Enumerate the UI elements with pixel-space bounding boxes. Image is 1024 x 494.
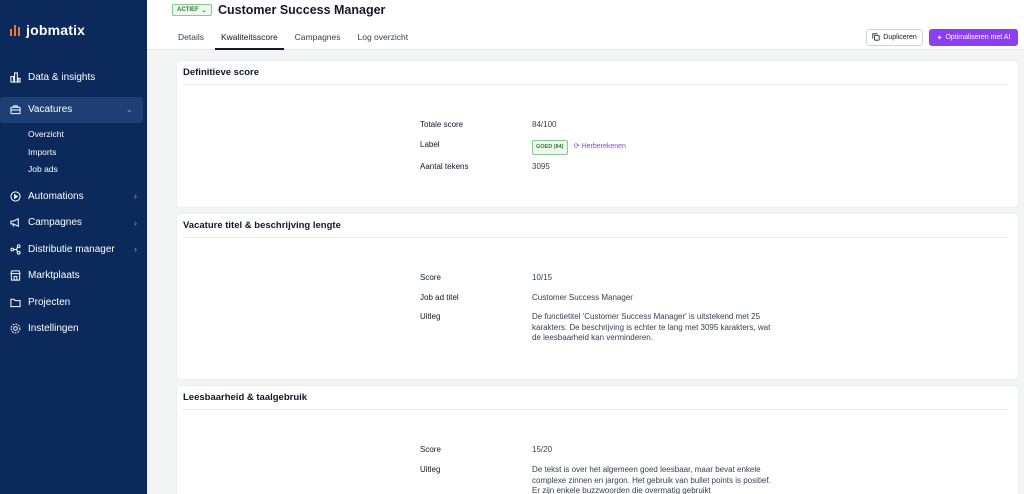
network-icon: [9, 243, 22, 256]
store-icon: [9, 269, 22, 282]
explanation-text: De functietitel 'Customer Success Manage…: [532, 312, 771, 342]
logo-mark-icon: [10, 24, 20, 36]
sidebar-item-label: Projecten: [28, 296, 71, 308]
field-label: Score: [420, 445, 441, 454]
sidebar-subitem-overzicht[interactable]: Overzicht: [0, 126, 147, 144]
card-title-length: Vacature titel & beschrijving lengte Sco…: [177, 214, 1018, 379]
megaphone-icon: [9, 216, 22, 229]
sidebar-item-label: Data & insights: [28, 71, 96, 83]
char-count-value: 3095: [532, 162, 550, 171]
sparkle-icon: ✦: [936, 34, 943, 42]
chevron-down-icon: ⌄: [201, 7, 207, 14]
sidebar-item-label: Distributie manager: [28, 243, 115, 255]
duplicate-button[interactable]: Dupliceren: [866, 29, 923, 46]
section-title: Vacature titel & beschrijving lengte: [183, 220, 341, 231]
tab-campagnes[interactable]: Campagnes: [289, 26, 347, 50]
recalculate-link[interactable]: ⟳ Herberekenen: [574, 143, 626, 150]
tab-kwaliteitsscore[interactable]: Kwaliteitsscore: [214, 26, 284, 50]
optimize-ai-button[interactable]: ✦ Optimaliseren met AI: [929, 29, 1018, 46]
score-value: 10/15: [532, 273, 553, 282]
sidebar-item-projecten[interactable]: Projecten: [0, 289, 147, 315]
sidebar-item-instellingen[interactable]: Instellingen: [0, 316, 147, 342]
explanation-text: De tekst is over het algemeen goed leesb…: [532, 465, 771, 494]
card-readability: Leesbaarheid & taalgebruik Score 15/20 U…: [177, 386, 1018, 494]
main-content: ACTIEF ⌄ Customer Success Manager Detail…: [147, 0, 1024, 494]
sidebar-item-label: Vacatures: [28, 104, 73, 115]
sidebar-nav: Data & insights Vacatures ⌄ Overzicht Im…: [0, 64, 147, 342]
tab-log-overzicht[interactable]: Log overzicht: [352, 26, 415, 50]
gear-icon: [9, 322, 22, 335]
field-label: Job ad titel: [420, 293, 459, 302]
field-label: Uitleg: [420, 312, 441, 321]
sidebar-subitem-job-ads[interactable]: Job ads: [0, 161, 147, 179]
sidebar-item-distributie-manager[interactable]: Distributie manager ›: [0, 236, 147, 262]
sidebar-item-label: Instellingen: [28, 323, 79, 334]
sidebar-item-label: Campagnes: [28, 217, 82, 228]
sidebar-item-label: Marktplaats: [28, 270, 80, 281]
tab-details[interactable]: Details: [172, 26, 210, 50]
divider: [183, 237, 1008, 238]
logo[interactable]: jobmatix: [10, 22, 85, 38]
copy-icon: [872, 32, 880, 43]
logo-text: jobmatix: [26, 22, 86, 38]
field-label: Uitleg: [420, 465, 441, 474]
briefcase-icon: [9, 103, 22, 116]
status-badge[interactable]: ACTIEF ⌄: [172, 4, 212, 16]
field-label: Score: [420, 273, 441, 282]
play-circle-icon: [9, 190, 22, 203]
divider: [183, 409, 1008, 410]
chevron-right-icon: ›: [134, 191, 137, 201]
field-label: Totale score: [420, 120, 464, 129]
field-label: Label: [420, 140, 440, 149]
sidebar-item-automations[interactable]: Automations ›: [0, 183, 147, 209]
quality-label-badge: GOED (84): [532, 140, 568, 155]
total-score-value: 84/100: [532, 120, 557, 129]
field-label: Aantal tekens: [420, 162, 469, 171]
chevron-down-icon: ⌄: [125, 104, 133, 114]
score-value: 15/20: [532, 445, 553, 454]
refresh-icon: ⟳: [573, 143, 580, 150]
chart-icon: [9, 71, 22, 84]
sidebar: jobmatix Data & insights Vacatures ⌄ Ove…: [0, 0, 147, 494]
page-header: ACTIEF ⌄ Customer Success Manager Detail…: [147, 0, 1024, 50]
folder-icon: [9, 296, 22, 309]
section-title: Definitieve score: [183, 67, 260, 78]
sidebar-item-campagnes[interactable]: Campagnes ›: [0, 210, 147, 236]
tab-bar: Details Kwaliteitsscore Campagnes Log ov…: [172, 26, 419, 50]
chevron-right-icon: ›: [134, 217, 137, 228]
page-title: Customer Success Manager: [218, 3, 386, 17]
sidebar-subitem-imports[interactable]: Imports: [0, 143, 147, 161]
job-title-value: Customer Success Manager: [532, 293, 633, 302]
chevron-right-icon: ›: [134, 244, 137, 254]
sidebar-item-marktplaats[interactable]: Marktplaats: [0, 263, 147, 289]
section-title: Leesbaarheid & taalgebruik: [183, 392, 308, 403]
sidebar-item-vacatures[interactable]: Vacatures ⌄: [0, 96, 143, 123]
sidebar-item-label: Automations: [28, 190, 84, 202]
card-final-score: Definitieve score Totale score 84/100 La…: [177, 61, 1018, 207]
divider: [183, 84, 1008, 85]
sidebar-item-data-insights[interactable]: Data & insights: [0, 64, 147, 90]
